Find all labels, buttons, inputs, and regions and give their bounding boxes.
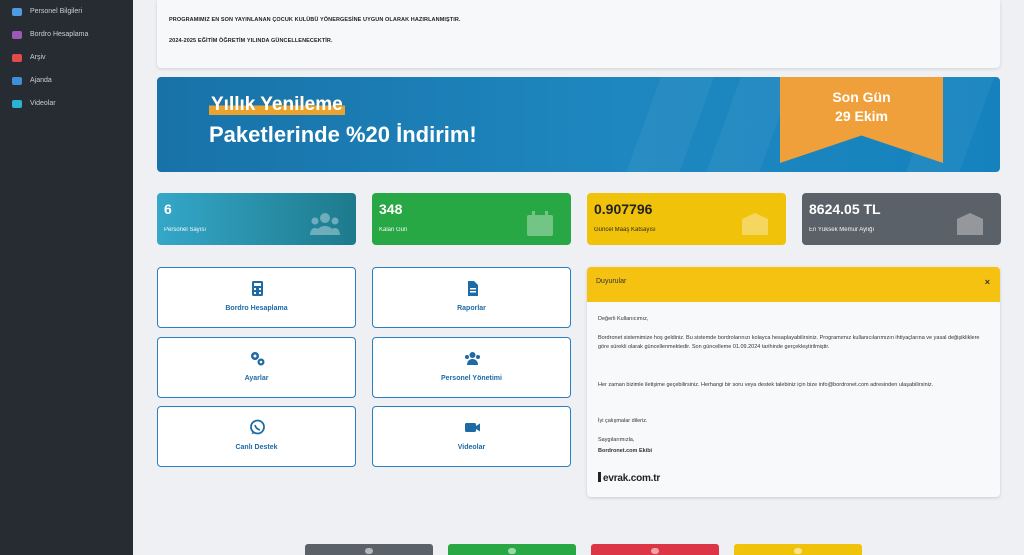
stat-label: Personel Sayısı xyxy=(164,227,207,233)
stat-card-kalan-gun: 348 Kalan Gün xyxy=(372,193,571,245)
sidebar-item-label: Ajanda xyxy=(30,77,52,84)
stat-card-memur-ayligi: 8624.05 TL En Yüksek Memur Aylığı xyxy=(802,193,1001,245)
sidebar: Personel Bilgileri Bordro Hesaplama Arşi… xyxy=(0,0,133,555)
users-icon xyxy=(465,352,480,365)
stat-label: Güncel Maaş Katsayısı xyxy=(594,227,656,233)
ribbon-title: Son Gün xyxy=(832,89,891,105)
ribbon-date: 29 Ekim xyxy=(835,108,888,124)
box-icon xyxy=(957,213,983,235)
notice-line-2: 2024-2025 EĞİTİM ÖĞRETİM YILINDA GÜNCELL… xyxy=(169,38,333,44)
bottom-button-4[interactable] xyxy=(734,544,862,555)
stat-value: 8624.05 TL xyxy=(809,201,881,217)
canli-destek-button[interactable]: Canlı Destek xyxy=(157,406,356,467)
personel-yonetimi-button[interactable]: Personel Yönetimi xyxy=(372,337,571,398)
sidebar-item-arsiv[interactable]: Arşiv xyxy=(0,46,133,69)
announcements-panel: Duyurular × Değerli Kullanıcımız, Bordro… xyxy=(587,267,1000,497)
calendar-icon xyxy=(527,211,553,236)
ayarlar-button[interactable]: Ayarlar xyxy=(157,337,356,398)
panel-greeting: Değerli Kullanıcımız, xyxy=(598,316,649,322)
banner-stripe xyxy=(604,77,720,172)
sidebar-item-label: Personel Bilgileri xyxy=(30,8,83,15)
bottom-button-1[interactable] xyxy=(305,544,433,555)
button-icon xyxy=(794,548,802,554)
calendar-icon xyxy=(12,76,22,85)
button-label: Videolar xyxy=(457,444,486,451)
bottom-button-2[interactable] xyxy=(448,544,576,555)
brand-logo: evrak.com.tr xyxy=(598,472,660,484)
calculator-icon xyxy=(12,30,22,39)
stat-value: 0.907796 xyxy=(594,201,653,217)
button-icon xyxy=(365,548,373,554)
panel-paragraph: İyi çalışmalar dileriz. xyxy=(598,418,648,424)
stat-label: Kalan Gün xyxy=(379,227,408,233)
close-icon[interactable]: × xyxy=(985,277,990,287)
box-icon xyxy=(742,213,768,235)
panel-header: Duyurular × xyxy=(587,267,1000,302)
panel-paragraph: Saygılarımızla, xyxy=(598,437,635,443)
whatsapp-icon xyxy=(250,419,265,435)
panel-paragraph: Bordronet sistemimize hoş geldiniz. Bu s… xyxy=(598,335,980,350)
sidebar-item-label: Bordro Hesaplama xyxy=(30,31,89,38)
stat-card-personel: 6 Personel Sayısı xyxy=(157,193,356,245)
stat-label: En Yüksek Memur Aylığı xyxy=(809,227,875,233)
button-icon xyxy=(651,548,659,554)
button-label: Bordro Hesaplama xyxy=(225,305,288,312)
archive-icon xyxy=(12,53,22,62)
stat-card-katsayi: 0.907796 Güncel Maaş Katsayısı xyxy=(587,193,786,245)
button-label: Ayarlar xyxy=(244,375,269,382)
button-label: Canlı Destek xyxy=(235,444,278,451)
promo-banner[interactable]: Yıllık Yenileme Paketlerinde %20 İndirim… xyxy=(157,77,1000,172)
button-label: Raporlar xyxy=(457,305,486,312)
bordro-hesaplama-button[interactable]: Bordro Hesaplama xyxy=(157,267,356,328)
sidebar-item-videolar[interactable]: Videolar xyxy=(0,92,133,115)
banner-subheadline: Paketlerinde %20 İndirim! xyxy=(209,122,477,147)
sidebar-item-ajanda[interactable]: Ajanda xyxy=(0,69,133,92)
sidebar-item-label: Arşiv xyxy=(30,54,46,61)
stat-value: 6 xyxy=(164,201,172,217)
panel-paragraph: Her zaman bizimle iletişime geçebilirsin… xyxy=(598,382,934,388)
sidebar-item-personel[interactable]: Personel Bilgileri xyxy=(0,0,133,23)
videolar-button[interactable]: Videolar xyxy=(372,406,571,467)
video-icon xyxy=(12,99,22,108)
banner-headline: Yıllık Yenileme xyxy=(209,94,345,115)
raporlar-button[interactable]: Raporlar xyxy=(372,267,571,328)
panel-title: Duyurular xyxy=(596,278,627,285)
user-icon xyxy=(12,7,22,16)
panel-signature: Bordronet.com Ekibi xyxy=(598,448,653,454)
button-icon xyxy=(508,548,516,554)
sidebar-item-bordro[interactable]: Bordro Hesaplama xyxy=(0,23,133,46)
bottom-button-3[interactable] xyxy=(591,544,719,555)
report-icon xyxy=(468,281,478,296)
sidebar-item-label: Videolar xyxy=(30,100,56,107)
notice-card: PROGRAMIMIZ EN SON YAYINLANAN ÇOCUK KULÜ… xyxy=(157,0,1000,68)
deadline-ribbon: Son Gün 29 Ekim xyxy=(780,77,943,163)
video-icon xyxy=(465,423,480,432)
users-icon xyxy=(310,213,340,235)
calculator-icon xyxy=(252,281,263,296)
notice-line-1: PROGRAMIMIZ EN SON YAYINLANAN ÇOCUK KULÜ… xyxy=(169,17,461,23)
stat-value: 348 xyxy=(379,201,403,217)
settings-icon xyxy=(251,352,265,366)
button-label: Personel Yönetimi xyxy=(441,375,502,382)
